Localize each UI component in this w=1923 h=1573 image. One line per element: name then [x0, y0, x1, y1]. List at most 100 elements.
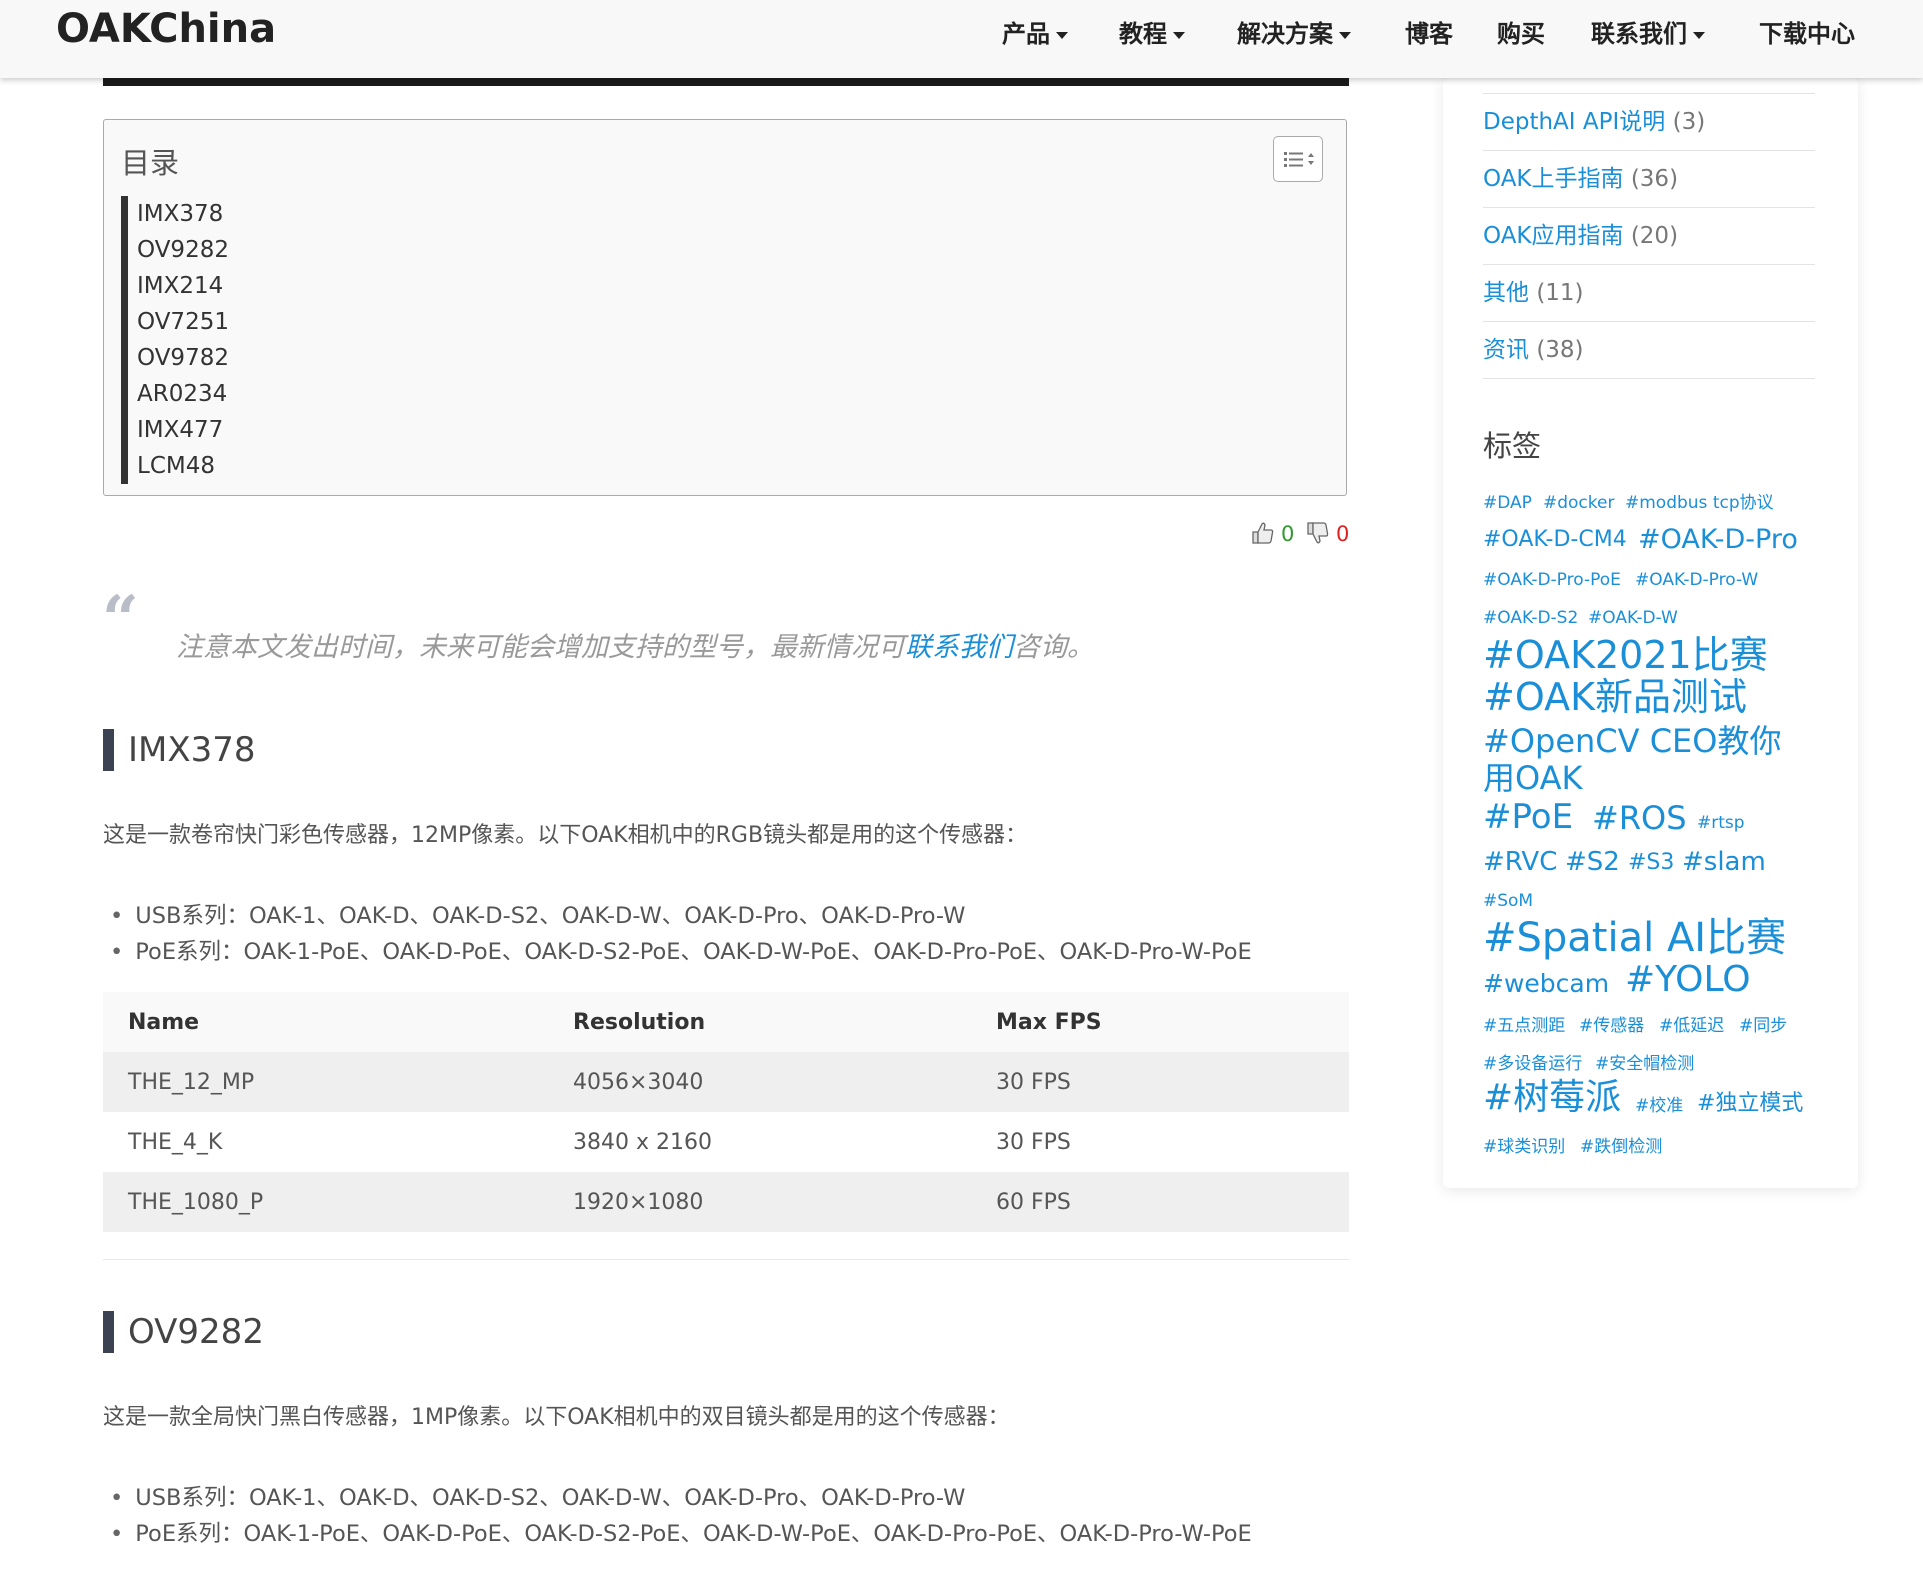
table-cell: 30 FPS [971, 1112, 1349, 1172]
table-cell: 30 FPS [971, 1052, 1349, 1112]
tag-link[interactable]: #DAP [1483, 495, 1532, 512]
table-cell: THE_12_MP [103, 1052, 548, 1112]
category-item[interactable]: 其他 (11) [1483, 265, 1815, 322]
tag-link[interactable]: #OAK-D-Pro-PoE [1483, 572, 1621, 589]
table-cell: 1920×1080 [548, 1172, 971, 1232]
nav-contact[interactable]: 联系我们 [1591, 14, 1705, 49]
tag-link[interactable]: #五点测距 [1483, 1018, 1565, 1035]
tag-link[interactable]: 用OAK [1483, 762, 1583, 794]
toc-item[interactable]: IMX477 [121, 412, 229, 448]
tag-link[interactable]: #多设备运行 [1483, 1056, 1582, 1073]
nav-label: 产品 [1002, 20, 1050, 48]
category-count: (36) [1630, 166, 1679, 192]
tag-link[interactable]: #Spatial AI比赛 [1483, 918, 1786, 958]
table-cell: 60 FPS [971, 1172, 1349, 1232]
toc-item[interactable]: IMX214 [121, 268, 229, 304]
nav-products[interactable]: 产品 [1002, 14, 1068, 49]
tag-link[interactable]: #独立模式 [1697, 1093, 1803, 1115]
note-text-end: 咨询。 [1013, 632, 1094, 663]
nav-tutorials[interactable]: 教程 [1119, 14, 1185, 49]
tag-link[interactable]: #ROS [1592, 802, 1687, 834]
camera-list: USB系列：OAK-1、OAK-D、OAK-D-S2、OAK-D-W、OAK-D… [110, 898, 1251, 970]
vote-down-count: 0 [1336, 522, 1350, 546]
nav-downloads[interactable]: 下载中心 [1759, 14, 1855, 49]
chevron-down-icon [1056, 31, 1068, 39]
resolution-table: Name Resolution Max FPS THE_12_MP 4056×3… [103, 992, 1349, 1232]
category-item[interactable]: OAK上手指南 (36) [1483, 151, 1815, 208]
column-header: Name [103, 992, 548, 1052]
category-count: (3) [1672, 109, 1706, 135]
nav-label: 联系我们 [1591, 20, 1687, 48]
column-header: Resolution [548, 992, 971, 1052]
chevron-down-icon [1339, 31, 1351, 39]
toc-item[interactable]: OV9782 [121, 340, 229, 376]
contact-link[interactable]: 联系我们 [905, 632, 1013, 663]
tag-link[interactable]: #slam [1682, 849, 1766, 875]
thumbs-up-icon [1252, 522, 1274, 544]
note-text: 注意本文发出时间，未来可能会增加支持的型号，最新情况可 [176, 632, 905, 663]
table-header-row: Name Resolution Max FPS [103, 992, 1349, 1052]
tag-link[interactable]: #S2 [1565, 849, 1620, 875]
tag-link[interactable]: #OpenCV CEO教你 [1483, 725, 1781, 757]
camera-list: USB系列：OAK-1、OAK-D、OAK-D-S2、OAK-D-W、OAK-D… [110, 1480, 1251, 1552]
top-navbar: OAKChina 产品 教程 解决方案 博客 购买 联系我们 下载中心 [0, 0, 1923, 78]
thumbs-down-icon [1307, 522, 1329, 544]
section-heading: IMX378 [103, 729, 256, 771]
category-link[interactable]: OAK上手指南 [1483, 166, 1624, 192]
table-cell: THE_1080_P [103, 1172, 548, 1232]
toc-item[interactable]: AR0234 [121, 376, 229, 412]
nav-blog[interactable]: 博客 [1405, 14, 1453, 49]
tag-link[interactable]: #传感器 [1579, 1018, 1644, 1035]
tag-link[interactable]: #S3 [1628, 852, 1674, 874]
nav-solutions[interactable]: 解决方案 [1237, 14, 1351, 49]
tag-link[interactable]: #webcam [1483, 971, 1609, 996]
tag-link[interactable]: #PoE [1483, 800, 1573, 834]
category-item[interactable]: DepthAI API说明 (3) [1483, 93, 1815, 151]
category-link[interactable]: 资讯 [1483, 337, 1529, 363]
tag-link[interactable]: #树莓派 [1483, 1080, 1621, 1116]
table-row: THE_4_K 3840 x 2160 30 FPS [103, 1112, 1349, 1172]
table-row: THE_12_MP 4056×3040 30 FPS [103, 1052, 1349, 1112]
list-item: PoE系列：OAK-1-PoE、OAK-D-PoE、OAK-D-S2-PoE、O… [110, 1516, 1251, 1552]
nav-label: 解决方案 [1237, 20, 1333, 48]
tag-link[interactable]: #OAK-D-CM4 [1483, 529, 1627, 551]
nav-label: 下载中心 [1759, 20, 1855, 48]
site-logo[interactable]: OAKChina [56, 6, 276, 52]
table-of-contents: 目录 IMX378 OV9282 IMX214 OV7251 OV9782 AR… [103, 119, 1347, 496]
table-cell: 3840 x 2160 [548, 1112, 971, 1172]
category-link[interactable]: DepthAI API说明 [1483, 109, 1665, 135]
tag-link[interactable]: #OAK-D-Pro-W [1635, 572, 1758, 589]
nav-buy[interactable]: 购买 [1497, 14, 1545, 49]
category-item[interactable]: 资讯 (38) [1483, 322, 1815, 379]
category-list: DepthAI API说明 (3) OAK上手指南 (36) OAK应用指南 (… [1483, 93, 1815, 379]
tag-link[interactable]: #OAK-D-S2 [1483, 610, 1578, 627]
tag-link[interactable]: #安全帽检测 [1595, 1056, 1694, 1073]
tag-link[interactable]: #球类识别 [1483, 1139, 1565, 1156]
tag-link[interactable]: #RVC [1483, 849, 1557, 875]
toc-item[interactable]: IMX378 [121, 196, 229, 232]
tag-link[interactable]: #OAK-D-W [1588, 610, 1678, 627]
tag-link[interactable]: #SoM [1483, 893, 1533, 910]
tag-link[interactable]: #OAK新品测试 [1483, 678, 1747, 716]
category-link[interactable]: 其他 [1483, 280, 1529, 306]
tag-link[interactable]: #docker [1543, 495, 1614, 512]
toc-item[interactable]: OV7251 [121, 304, 229, 340]
tag-link[interactable]: #跌倒检测 [1580, 1139, 1662, 1156]
tag-link[interactable]: #校准 [1635, 1098, 1683, 1115]
tag-link[interactable]: #同步 [1739, 1018, 1787, 1035]
tag-link[interactable]: #modbus tcp协议 [1625, 495, 1774, 512]
list-toggle-icon[interactable] [1273, 136, 1323, 182]
toc-item[interactable]: LCM48 [121, 448, 229, 484]
category-item[interactable]: OAK应用指南 (20) [1483, 208, 1815, 265]
tags-heading: 标签 [1483, 429, 1542, 463]
tag-link[interactable]: #YOLO [1625, 962, 1751, 998]
tag-link[interactable]: #OAK-D-Pro [1638, 526, 1798, 553]
toc-item[interactable]: OV9282 [121, 232, 229, 268]
tag-link[interactable]: #OAK2021比赛 [1483, 636, 1768, 674]
column-header: Max FPS [971, 992, 1349, 1052]
tag-link[interactable]: #rtsp [1697, 815, 1745, 832]
chevron-down-icon [1693, 31, 1705, 39]
table-cell: THE_4_K [103, 1112, 548, 1172]
tag-link[interactable]: #低延迟 [1659, 1018, 1724, 1035]
category-link[interactable]: OAK应用指南 [1483, 223, 1624, 249]
